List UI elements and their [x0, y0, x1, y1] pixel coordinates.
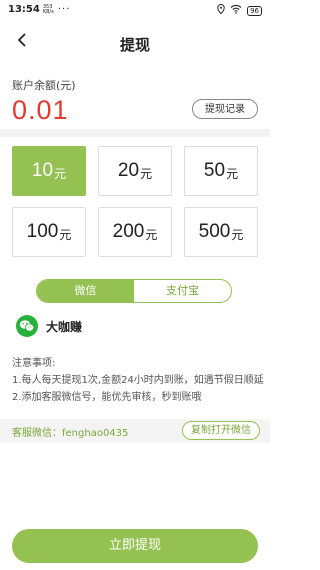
- nav-bar: 提现: [0, 24, 270, 60]
- amount-option-500[interactable]: 500 元: [184, 207, 258, 257]
- wechat-icon: [16, 315, 38, 337]
- amount-unit: 元: [226, 166, 239, 181]
- location-icon: [217, 3, 225, 17]
- status-right: 96: [217, 3, 262, 17]
- account-name: 大咖赚: [46, 319, 83, 334]
- wifi-icon: [230, 4, 242, 17]
- amount-option-100[interactable]: 100 元: [12, 207, 86, 257]
- status-bar: 13:54 353 KB/s ··· 96: [0, 0, 270, 20]
- notice-line-2: 2.添加客服微信号，能优先审核，秒到账哦: [12, 392, 202, 403]
- notice-title: 注意事项:: [12, 358, 56, 369]
- withdraw-records-button[interactable]: 提现记录: [192, 99, 258, 119]
- status-dots: ···: [57, 4, 71, 15]
- network-speed: 353 KB/s: [42, 3, 54, 15]
- amount-unit: 元: [145, 227, 158, 242]
- amount-value: 10: [31, 160, 54, 181]
- withdraw-now-button[interactable]: 立即提现: [12, 529, 258, 563]
- amount-value: 50: [203, 160, 226, 181]
- tab-wechat[interactable]: 微信: [37, 280, 134, 302]
- amount-option-50[interactable]: 50 元: [184, 146, 258, 196]
- amount-unit: 元: [59, 227, 72, 242]
- copy-open-wechat-button[interactable]: 复制打开微信: [182, 421, 260, 440]
- amount-unit: 元: [54, 166, 67, 181]
- amount-option-20[interactable]: 20 元: [98, 146, 172, 196]
- amount-option-10[interactable]: 10 元: [12, 146, 86, 196]
- battery-icon: 96: [247, 5, 262, 16]
- notice-section: 注意事项: 1.每人每天提现1次,金额24小时内到账，如遇节假日顺延 2.添加客…: [12, 355, 264, 406]
- amount-unit: 元: [231, 227, 244, 242]
- tab-alipay[interactable]: 支付宝: [134, 280, 231, 302]
- payment-method-tabs: 微信 支付宝: [36, 279, 232, 303]
- amount-value: 100: [26, 221, 59, 242]
- amount-unit: 元: [140, 166, 153, 181]
- balance-label: 账户余额(元): [12, 79, 76, 92]
- customer-service-bar: 客服微信：fenghao0435 复制打开微信: [0, 419, 270, 443]
- amount-value: 500: [198, 221, 231, 242]
- balance-value: 0.01: [12, 95, 69, 125]
- section-divider: [0, 129, 270, 137]
- amount-value: 200: [112, 221, 145, 242]
- amount-option-200[interactable]: 200 元: [98, 207, 172, 257]
- account-row: 大咖赚: [16, 315, 82, 337]
- page-title: 提现: [119, 36, 150, 54]
- amount-value: 20: [117, 160, 140, 181]
- status-left: 13:54 353 KB/s ···: [8, 4, 70, 15]
- status-time: 13:54: [8, 4, 40, 15]
- customer-service-wechat: 客服微信：fenghao0435: [12, 428, 129, 439]
- notice-line-1: 1.每人每天提现1次,金额24小时内到账，如遇节假日顺延: [12, 375, 264, 386]
